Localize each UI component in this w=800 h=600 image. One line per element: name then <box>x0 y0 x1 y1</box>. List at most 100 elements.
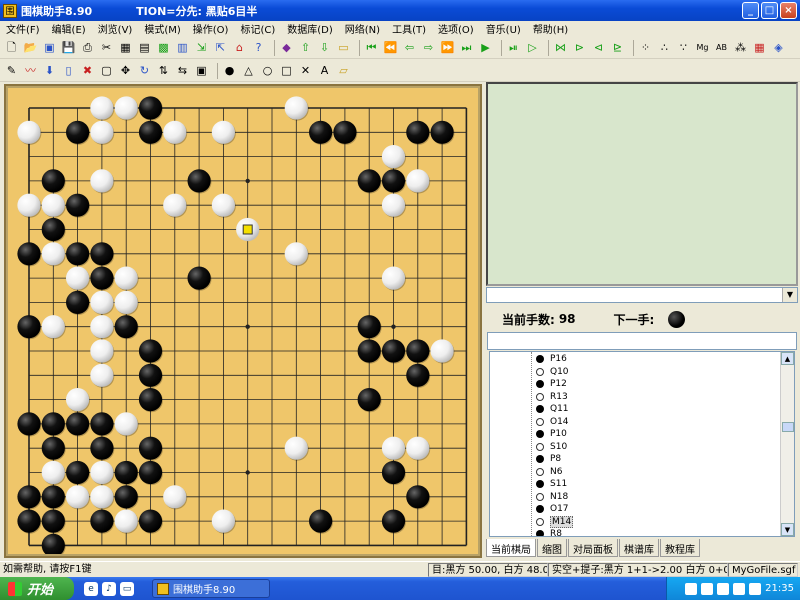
tree-item[interactable]: M14 <box>536 515 574 528</box>
comment-select[interactable]: ▼ <box>486 287 798 303</box>
square-icon[interactable]: □ <box>279 63 294 78</box>
menu-file[interactable]: 文件(F) <box>0 21 46 36</box>
arrow-down-icon[interactable]: ⬇ <box>42 63 57 78</box>
taskbar-app-button[interactable]: 围棋助手8.90 <box>152 579 270 598</box>
page-icon[interactable]: ▯ <box>61 63 76 78</box>
scroll-down-icon[interactable]: ▼ <box>781 523 794 536</box>
eraser-icon[interactable]: ▱ <box>336 63 351 78</box>
down-arrow-icon[interactable]: ⇩ <box>317 40 332 55</box>
menu-help[interactable]: 帮助(H) <box>527 21 574 36</box>
mode-black-icon[interactable]: ∴ <box>657 40 672 55</box>
open-folder-icon[interactable]: ▣ <box>42 40 57 55</box>
scroll-thumb[interactable] <box>782 422 794 432</box>
book-icon[interactable]: ◆ <box>279 40 294 55</box>
tree-item[interactable]: O17 <box>536 503 569 515</box>
brush-icon[interactable]: 〰 <box>23 63 38 78</box>
go-back-icon[interactable]: ⋈ <box>553 40 568 55</box>
tree-scrollbar[interactable]: ▲ ▼ <box>780 352 794 536</box>
menu-music[interactable]: 音乐(U) <box>480 21 527 36</box>
tree-item[interactable]: P10 <box>536 428 567 440</box>
menu-view[interactable]: 浏览(V) <box>92 21 139 36</box>
pen-icon[interactable]: ✎ <box>4 63 19 78</box>
import-icon[interactable]: ⇲ <box>194 40 209 55</box>
tab-current-game[interactable]: 当前棋局 <box>486 539 536 557</box>
comment-panel[interactable] <box>486 82 798 286</box>
menu-mark[interactable]: 标记(C) <box>234 21 281 36</box>
chevron-down-icon[interactable]: ▼ <box>782 288 797 302</box>
menu-database[interactable]: 数据库(D) <box>281 21 339 36</box>
go-end-alt-icon[interactable]: ⊵ <box>610 40 625 55</box>
swap-vertical-icon[interactable]: ⇅ <box>156 63 171 78</box>
go-start-icon[interactable]: ▷ <box>525 40 540 55</box>
folder-icon[interactable]: ▭ <box>336 40 351 55</box>
minimize-button[interactable]: _ <box>742 2 759 19</box>
branch-next-icon[interactable]: ▶ <box>478 40 493 55</box>
tree-item[interactable]: Q10 <box>536 366 569 378</box>
tree-item[interactable]: P12 <box>536 378 567 390</box>
tree-item[interactable]: S11 <box>536 478 567 490</box>
menu-options[interactable]: 选项(O) <box>432 21 480 36</box>
menu-mode[interactable]: 模式(M) <box>138 21 186 36</box>
menu-network[interactable]: 网络(N) <box>339 21 386 36</box>
last-move-icon[interactable]: ⏭ <box>459 40 474 55</box>
tab-thumbnails[interactable]: 缩图 <box>537 539 567 557</box>
first-move-icon[interactable]: ⏮ <box>364 40 379 55</box>
cross-icon[interactable]: ✕ <box>298 63 313 78</box>
export-icon[interactable]: ⇱ <box>213 40 228 55</box>
start-button[interactable]: 开始 <box>0 577 74 600</box>
menu-operate[interactable]: 操作(O) <box>187 21 235 36</box>
save-icon[interactable]: 💾 <box>61 40 76 55</box>
tree-item[interactable]: N6 <box>536 466 562 478</box>
tree-item[interactable]: P16 <box>536 353 567 365</box>
branch-play-icon[interactable]: ⏯ <box>506 40 521 55</box>
go-board[interactable] <box>8 88 478 554</box>
circle-icon[interactable]: ○ <box>260 63 275 78</box>
prev-fast-icon[interactable]: ⏪ <box>383 40 398 55</box>
go-end-icon[interactable]: ⊲ <box>591 40 606 55</box>
page-view-icon[interactable]: ▤ <box>137 40 152 55</box>
open-file-icon[interactable]: 📂 <box>23 40 38 55</box>
next-fast-icon[interactable]: ⏩ <box>440 40 455 55</box>
tab-match-panel[interactable]: 对局面板 <box>568 539 618 557</box>
desktop-icon[interactable]: ▭ <box>120 581 134 596</box>
help-icon[interactable] <box>701 582 714 595</box>
mode-three-icon[interactable]: ⁂ <box>733 40 748 55</box>
volume-icon[interactable] <box>733 582 746 595</box>
prev-move-icon[interactable]: ⇦ <box>402 40 417 55</box>
tree-item[interactable]: O14 <box>536 416 569 428</box>
up-arrow-icon[interactable]: ⇧ <box>298 40 313 55</box>
tree-item[interactable]: R13 <box>536 391 568 403</box>
browser-icon[interactable]: e <box>84 581 98 596</box>
tree-item[interactable]: Q11 <box>536 403 569 415</box>
letter-icon[interactable]: A <box>317 63 332 78</box>
menu-tools[interactable]: 工具(T) <box>386 21 432 36</box>
scroll-up-icon[interactable]: ▲ <box>781 352 794 365</box>
screen-icon[interactable]: ▣ <box>194 63 209 78</box>
home-icon[interactable]: ⌂ <box>232 40 247 55</box>
tree-item[interactable]: N18 <box>536 491 568 503</box>
grid-icon[interactable]: ▦ <box>752 40 767 55</box>
tree-item[interactable]: P8 <box>536 453 561 465</box>
close-button[interactable]: × <box>780 2 797 19</box>
tree-item[interactable]: S10 <box>536 441 567 453</box>
antivirus-icon[interactable] <box>749 582 762 595</box>
mode-mix-icon[interactable]: Mg <box>695 40 710 55</box>
move-tree[interactable]: P16 Q10 P12 R13 Q11 O14 P10 S10 P8 N6 S11 N18 O17 M14… <box>489 351 795 537</box>
next-move-icon[interactable]: ⇨ <box>421 40 436 55</box>
gem-icon[interactable]: ◈ <box>771 40 786 55</box>
board-view-icon[interactable]: ▦ <box>118 40 133 55</box>
node-name-field[interactable] <box>487 332 797 350</box>
new-file-icon[interactable]: 🗋 <box>4 40 19 55</box>
help-icon[interactable]: ? <box>251 40 266 55</box>
network-icon[interactable] <box>717 582 730 595</box>
media-icon[interactable]: ♪ <box>102 581 116 596</box>
delete-icon[interactable]: ✖ <box>80 63 95 78</box>
rotate-icon[interactable]: ↻ <box>137 63 152 78</box>
mode-white-icon[interactable]: ∵ <box>676 40 691 55</box>
frame-icon[interactable]: ▢ <box>99 63 114 78</box>
move-icon[interactable]: ✥ <box>118 63 133 78</box>
mode-ab-icon[interactable]: AB <box>714 40 729 55</box>
tree-item[interactable]: R8 <box>536 528 562 536</box>
swap-horizontal-icon[interactable]: ⇆ <box>175 63 190 78</box>
stone-icon[interactable]: ● <box>222 63 237 78</box>
